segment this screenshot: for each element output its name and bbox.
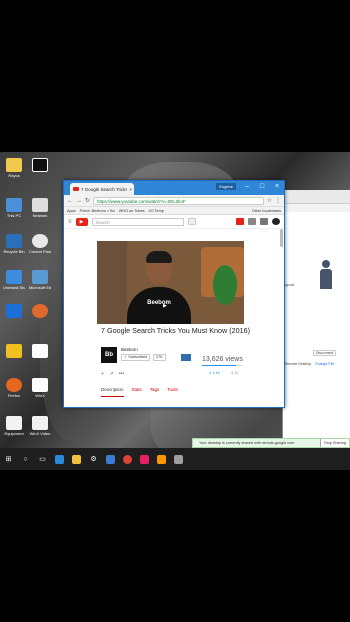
extension-icon[interactable]	[181, 354, 191, 361]
info-tabs: Description Stats Tags Tools	[101, 387, 251, 397]
video-player[interactable]: Beebom ▶	[97, 241, 244, 324]
edge-icon[interactable]	[55, 454, 64, 464]
person-illustration	[319, 260, 333, 290]
store-icon[interactable]	[106, 454, 115, 464]
tab-description[interactable]: Description	[101, 387, 124, 397]
desktop-icon[interactable]: Microsoft Edge	[29, 270, 51, 290]
desktop-icon[interactable]	[3, 344, 25, 359]
sharing-notification: Your desktop is currently shared with re…	[192, 438, 350, 448]
desktop-icon[interactable]: WinX	[29, 378, 51, 398]
close-icon[interactable]: ×	[270, 181, 284, 193]
forward-icon[interactable]: →	[76, 198, 82, 204]
desktop-icon[interactable]: Control Panel	[29, 234, 51, 254]
youtube-logo[interactable]: ▶	[75, 217, 88, 226]
share-icon[interactable]: ↗	[109, 371, 113, 377]
desktop-icon[interactable]	[29, 158, 51, 173]
notification-text: Your desktop is currently shared with re…	[199, 441, 295, 445]
youtube-header: ≡ ▶ Search	[64, 215, 284, 229]
bookmark-item[interactable]: Other bookmarks	[252, 209, 281, 213]
subscriber-count: 27K	[153, 354, 166, 361]
toolbar: ← → ↻ https://www.youtube.com/watch?v=ZE…	[64, 195, 284, 207]
search-input[interactable]: Search	[91, 217, 184, 226]
hamburger-icon[interactable]: ≡	[68, 219, 72, 225]
desktop-screen: Rayca This PC Network Recycle Bin Contro…	[0, 152, 350, 470]
stop-sharing-button[interactable]: Stop Sharing	[320, 439, 349, 447]
app3-icon[interactable]	[174, 454, 183, 464]
back-icon[interactable]: ←	[67, 198, 73, 204]
desktop-icon[interactable]: Uninstall Sharing	[3, 270, 25, 290]
reload-icon[interactable]: ↻	[85, 197, 90, 204]
play-icon[interactable]: ▶	[163, 303, 167, 309]
search-icon[interactable]: ○	[21, 455, 30, 464]
tab-stats[interactable]: Stats	[132, 387, 142, 397]
disconnect-button[interactable]: Disconnect	[313, 350, 337, 356]
subscribe-button[interactable]: ✓ Subscribed	[121, 354, 151, 361]
channel-name[interactable]: Beebom	[121, 347, 138, 352]
start-icon[interactable]: ⊞	[4, 455, 13, 464]
scrollbar[interactable]	[280, 229, 283, 247]
change-pin-link[interactable]: Change PIN	[315, 362, 334, 366]
bookmarks-bar: Apps Prime: Beebom > Bu WHO as Tubes I/O…	[64, 207, 284, 215]
notifications-icon[interactable]	[260, 218, 268, 225]
minimize-icon[interactable]: –	[240, 181, 254, 193]
avatar[interactable]	[272, 218, 280, 225]
desktop-icon[interactable]	[29, 344, 51, 359]
bookmark-item[interactable]: I/O Temp	[149, 209, 164, 213]
tab-tags[interactable]: Tags	[150, 387, 160, 397]
task-view-icon[interactable]: ▭	[38, 455, 47, 464]
window-titlebar[interactable]: 7 Google Search Tricks × Eugene – □ ×	[64, 181, 284, 195]
desktop-icon[interactable]: Equipment	[3, 416, 25, 436]
youtube-favicon-icon	[73, 187, 79, 191]
channel-row: Bb Beebom ✓ Subscribed 27K 13,626 views	[101, 347, 251, 366]
browser-tab[interactable]: 7 Google Search Tricks ×	[70, 183, 134, 195]
more-icon[interactable]: •••	[119, 371, 124, 377]
bookmark-item[interactable]: WHO as Tubes	[119, 209, 145, 213]
bookmark-item[interactable]: Apps	[67, 209, 76, 213]
channel-avatar[interactable]: Bb	[101, 347, 117, 363]
remote-desktop-text: Remote Desktop	[285, 362, 312, 366]
dislike-button[interactable]: 4 11	[231, 371, 238, 375]
upload-icon[interactable]	[236, 218, 244, 225]
view-count: 13,626 views	[202, 356, 243, 363]
settings-icon[interactable]: ⚙	[89, 455, 98, 464]
firefox-icon[interactable]: Firefox	[3, 378, 25, 398]
background-window[interactable]: pport Disconnect Remote Desktop Change P…	[282, 190, 350, 440]
chrome-icon[interactable]	[123, 454, 132, 464]
app-icon[interactable]	[140, 454, 149, 464]
explorer-icon[interactable]	[72, 454, 81, 464]
chrome-window[interactable]: 7 Google Search Tricks × Eugene – □ × ← …	[63, 180, 285, 408]
add-to-icon[interactable]: +	[101, 371, 104, 377]
support-text: pport	[285, 282, 295, 287]
address-bar[interactable]: https://www.youtube.com/watch?v=ZEL2lmF	[93, 196, 264, 205]
shirt-logo: Beebom	[147, 300, 171, 306]
profile-name[interactable]: Eugene	[216, 183, 236, 190]
desktop-icon[interactable]: Recycle Bin	[3, 234, 25, 254]
search-icon[interactable]	[187, 218, 196, 225]
maximize-icon[interactable]: □	[255, 181, 269, 193]
taskbar: ⊞ ○ ▭ ⚙	[0, 448, 350, 470]
bookmark-item[interactable]: Prime: Beebom > Bu	[80, 209, 115, 213]
desktop-icon[interactable]: This PC	[3, 198, 25, 218]
tab-close-icon[interactable]: ×	[129, 187, 134, 192]
like-ratio-bar	[202, 365, 243, 366]
background-window-titlebar[interactable]	[283, 190, 350, 204]
desktop-icon[interactable]	[29, 304, 51, 319]
desktop-icon[interactable]: WinX Video	[29, 416, 51, 436]
apps-icon[interactable]	[248, 218, 256, 225]
desktop-icon[interactable]	[3, 304, 25, 319]
tab-tools[interactable]: Tools	[167, 387, 178, 397]
video-title: 7 Google Search Tricks You Must Know (20…	[101, 326, 251, 335]
star-icon[interactable]: ☆	[267, 197, 272, 204]
menu-icon[interactable]: ⋮	[275, 197, 281, 204]
desktop-icon[interactable]: Rayca	[3, 158, 25, 178]
app2-icon[interactable]	[157, 454, 166, 464]
like-button[interactable]: 4 1.4K	[209, 371, 220, 375]
actions-row: + ↗ ••• 4 1.4K 4 11	[101, 371, 251, 379]
desktop-icon[interactable]: Network	[29, 198, 51, 218]
